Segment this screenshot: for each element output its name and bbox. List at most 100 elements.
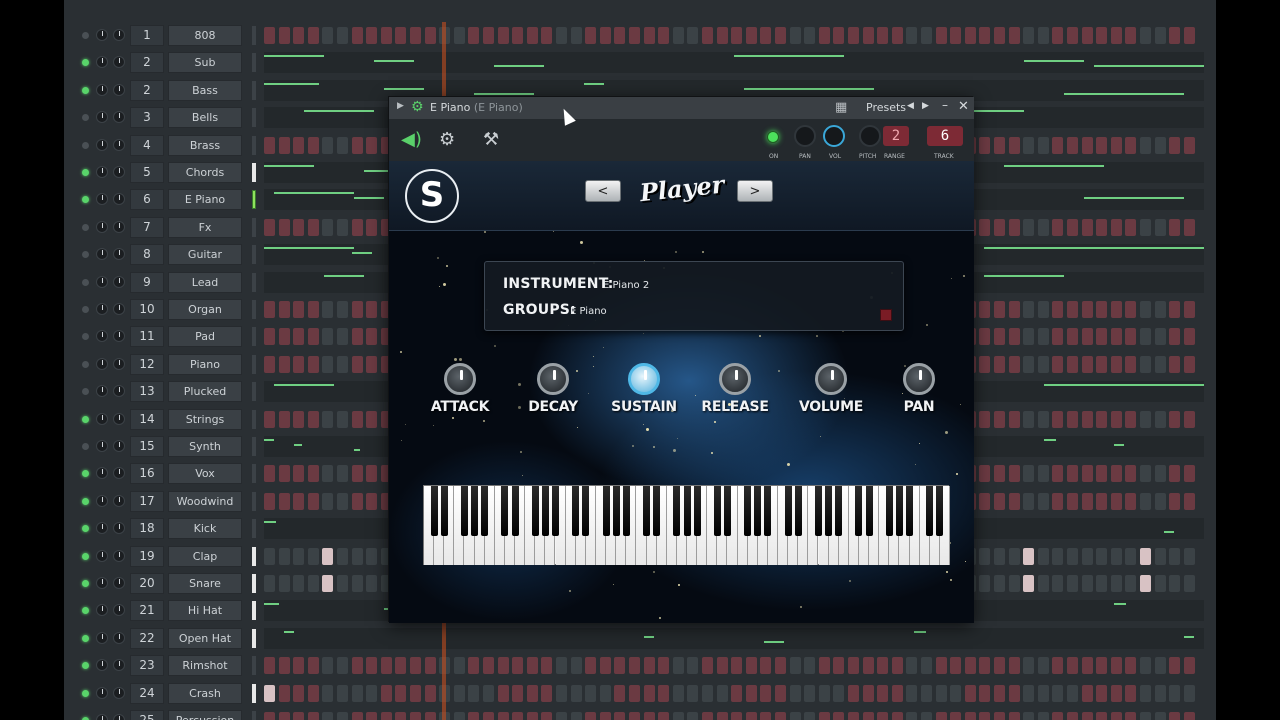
step-button[interactable] — [1067, 575, 1078, 592]
step-button[interactable] — [1037, 712, 1049, 720]
step-button[interactable] — [322, 465, 334, 483]
step-button[interactable] — [1008, 301, 1020, 318]
sustain-dial[interactable] — [628, 363, 660, 395]
channel-select-indicator[interactable] — [252, 437, 256, 456]
step-button[interactable] — [643, 684, 655, 702]
step-button[interactable] — [1154, 465, 1166, 483]
step-button[interactable] — [775, 27, 786, 44]
channel-name-button[interactable]: Organ — [168, 299, 242, 320]
black-key[interactable] — [612, 486, 620, 536]
step-button[interactable] — [293, 328, 305, 346]
channel-name-button[interactable]: Bass — [168, 79, 242, 101]
channel-name-button[interactable]: Vox — [168, 463, 242, 485]
step-button[interactable] — [307, 410, 319, 428]
step-button[interactable] — [1154, 575, 1166, 592]
step-button[interactable] — [293, 465, 305, 483]
channel-mixer-track[interactable]: 19 — [130, 545, 164, 567]
step-button[interactable] — [979, 301, 991, 318]
step-button[interactable] — [629, 657, 640, 675]
step-button[interactable] — [658, 27, 670, 44]
channel-mute-led[interactable] — [82, 223, 89, 231]
step-button[interactable] — [1096, 657, 1108, 675]
step-button[interactable] — [1067, 410, 1078, 428]
step-button[interactable] — [760, 657, 772, 675]
step-button[interactable] — [264, 492, 275, 510]
channel-row[interactable]: 24 Crash — [64, 680, 1216, 707]
step-sequencer[interactable] — [264, 25, 1204, 46]
pan-knob-main[interactable]: PAN — [874, 363, 964, 415]
step-button[interactable] — [1169, 328, 1181, 346]
step-button[interactable] — [994, 492, 1005, 510]
step-button[interactable] — [278, 492, 290, 510]
step-button[interactable] — [994, 547, 1005, 565]
black-key[interactable] — [531, 486, 539, 536]
step-button[interactable] — [891, 712, 903, 720]
channel-name-button[interactable]: Woodwind — [168, 490, 242, 512]
step-button[interactable] — [1110, 328, 1122, 346]
volume-dial[interactable] — [815, 363, 847, 395]
channel-name-button[interactable]: Bells — [168, 107, 242, 129]
step-button[interactable] — [1008, 657, 1020, 675]
step-button[interactable] — [1023, 301, 1035, 318]
step-button[interactable] — [1183, 657, 1195, 675]
step-button[interactable] — [264, 355, 275, 373]
step-button[interactable] — [964, 684, 976, 702]
piano-roll-preview[interactable] — [264, 627, 1204, 649]
step-button[interactable] — [1037, 657, 1049, 675]
step-button[interactable] — [1052, 465, 1064, 483]
step-button[interactable] — [1154, 547, 1166, 565]
step-button[interactable] — [395, 27, 407, 44]
black-key[interactable] — [815, 486, 822, 536]
step-button[interactable] — [950, 27, 962, 44]
step-button[interactable] — [337, 355, 348, 373]
step-button[interactable] — [1067, 218, 1078, 236]
channel-volume-knob[interactable] — [113, 440, 125, 452]
step-button[interactable] — [599, 27, 611, 44]
channel-name-button[interactable]: Fx — [168, 216, 242, 238]
step-button[interactable] — [1169, 684, 1181, 702]
step-button[interactable] — [395, 712, 407, 720]
step-button[interactable] — [658, 712, 670, 720]
step-button[interactable] — [264, 328, 275, 346]
step-button[interactable] — [570, 712, 582, 720]
step-button[interactable] — [1140, 465, 1151, 483]
step-button[interactable] — [1183, 218, 1195, 236]
black-key[interactable] — [582, 486, 590, 536]
step-button[interactable] — [293, 136, 305, 154]
step-button[interactable] — [1125, 355, 1137, 373]
step-button[interactable] — [556, 684, 567, 702]
step-button[interactable] — [1110, 657, 1122, 675]
step-button[interactable] — [1008, 355, 1020, 373]
channel-name-button[interactable]: Snare — [168, 573, 242, 594]
channel-pan-knob[interactable] — [96, 686, 108, 699]
channel-volume-knob[interactable] — [113, 659, 125, 672]
step-button[interactable] — [1023, 492, 1035, 510]
step-button[interactable] — [1037, 465, 1049, 483]
step-button[interactable] — [804, 27, 816, 44]
step-button[interactable] — [818, 684, 830, 702]
step-button[interactable] — [1067, 355, 1078, 373]
step-button[interactable] — [979, 684, 991, 702]
step-button[interactable] — [293, 492, 305, 510]
channel-select-indicator[interactable] — [252, 491, 256, 511]
step-button[interactable] — [307, 712, 319, 720]
step-button[interactable] — [745, 712, 757, 720]
step-button[interactable] — [1154, 684, 1166, 702]
step-button[interactable] — [1052, 218, 1064, 236]
step-button[interactable] — [337, 492, 348, 510]
step-button[interactable] — [1169, 575, 1181, 592]
channel-pan-knob[interactable] — [96, 193, 108, 206]
channel-pan-knob[interactable] — [96, 604, 108, 617]
channel-volume-knob[interactable] — [113, 193, 125, 206]
channel-mixer-track[interactable]: 17 — [130, 490, 164, 512]
channel-volume-knob[interactable] — [113, 714, 125, 720]
step-button[interactable] — [1067, 684, 1078, 702]
channel-volume-knob[interactable] — [113, 303, 125, 315]
channel-pan-knob[interactable] — [96, 631, 108, 644]
step-button[interactable] — [1008, 328, 1020, 346]
step-button[interactable] — [1183, 27, 1195, 44]
step-button[interactable] — [833, 712, 845, 720]
step-button[interactable] — [307, 27, 319, 44]
step-button[interactable] — [1154, 27, 1166, 44]
channel-mixer-track[interactable]: 11 — [130, 326, 164, 348]
